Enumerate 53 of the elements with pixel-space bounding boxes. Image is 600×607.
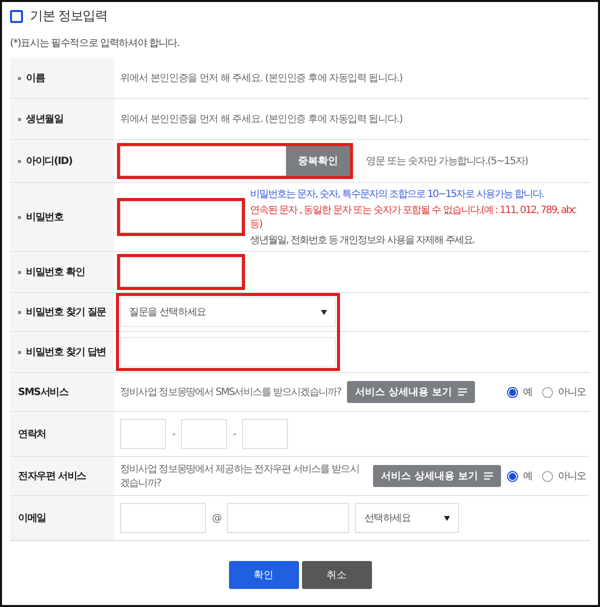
radio-option[interactable]: 예 [506, 469, 532, 483]
field-label: 비밀번호 [10, 183, 114, 251]
list-icon [458, 388, 467, 396]
phone-input[interactable] [180, 419, 227, 449]
field-label: 비밀번호 확인 [10, 252, 114, 292]
field-label: 비밀번호 찾기 질문 [10, 293, 114, 331]
field-label: 비밀번호 찾기 답변 [10, 332, 114, 372]
password-input[interactable] [120, 201, 242, 233]
dropdown-caret-icon [444, 516, 450, 520]
dash-separator: - [172, 428, 175, 440]
info-text: 위에서 본인인증을 먼저 해 주세요. (본인인증 후에 자동입력 됩니다.) [120, 72, 402, 85]
confirm-button[interactable]: 확인 [228, 561, 298, 589]
id-input[interactable] [120, 146, 286, 176]
service-details-button[interactable]: 서비스 상세내용 보기 [346, 381, 475, 403]
dash-separator: - [232, 428, 236, 440]
phone-input[interactable] [242, 419, 288, 449]
text-input[interactable] [120, 257, 242, 287]
square-icon [10, 10, 23, 22]
email-id-input[interactable] [120, 503, 206, 533]
field-label: 이메일 [10, 496, 114, 540]
radio-option[interactable]: 아니오 [542, 469, 586, 483]
required-note: (*)표시는 필수적으로 입력하셔야 합니다. [10, 37, 180, 50]
password-hint: 비밀번호는 문자, 숫자, 특수문자의 조합으로 10~15자로 사용가능 합니다. [250, 188, 545, 201]
phone-input[interactable] [120, 419, 166, 449]
field-label: 생년월일 [10, 99, 114, 139]
radio-button[interactable] [506, 470, 518, 482]
dropdown-caret-icon [321, 310, 327, 314]
text-input[interactable] [120, 337, 336, 367]
radio-button[interactable] [506, 386, 518, 398]
email-domain-input[interactable] [227, 503, 350, 533]
at-sign: @ [212, 512, 222, 524]
section-title: 기본 정보입력 [30, 8, 108, 25]
service-details-button[interactable]: 서비스 상세내용 보기 [372, 465, 501, 487]
field-label: 연락처 [10, 412, 114, 456]
field-label: 이름 [10, 58, 114, 98]
domain-select[interactable]: 선택하세요 [355, 503, 460, 533]
id-hint: 영문 또는 숫자만 가능합니다.(5~15자) [366, 155, 528, 168]
field-label: 아이디(ID) [10, 140, 114, 182]
list-icon [484, 472, 493, 480]
question-select[interactable]: 질문을 선택하세요 [120, 297, 336, 327]
duplicate-check-button[interactable]: 중복확인 [286, 146, 350, 176]
radio-button[interactable] [542, 386, 554, 398]
password-hint: 생년월일, 전화번호 등 개인정보와 사용을 자제해 주세요. [250, 234, 476, 247]
radio-button[interactable] [542, 470, 554, 482]
service-question: 정비사업 정보몽땅에서 SMS서비스를 받으시겠습니까? [120, 386, 341, 399]
service-question: 정비사업 정보몽땅에서 제공하는 전자우편 서비스를 받으시겠습니까? [120, 463, 360, 490]
radio-option[interactable]: 예 [506, 385, 532, 399]
field-label: 전자우편 서비스 [10, 457, 114, 495]
field-label: SMS서비스 [10, 373, 114, 411]
cancel-button[interactable]: 취소 [302, 561, 372, 589]
password-hint: 연속된 문자 , 동일한 문자 또는 숫자가 포함될 수 없습니다.(예 : 111, 012, 789, abc 등) [250, 204, 578, 231]
info-text: 위에서 본인인증을 먼저 해 주세요. (본인인증 후에 자동입력 됩니다.) [120, 113, 402, 126]
radio-option[interactable]: 아니오 [542, 385, 586, 399]
